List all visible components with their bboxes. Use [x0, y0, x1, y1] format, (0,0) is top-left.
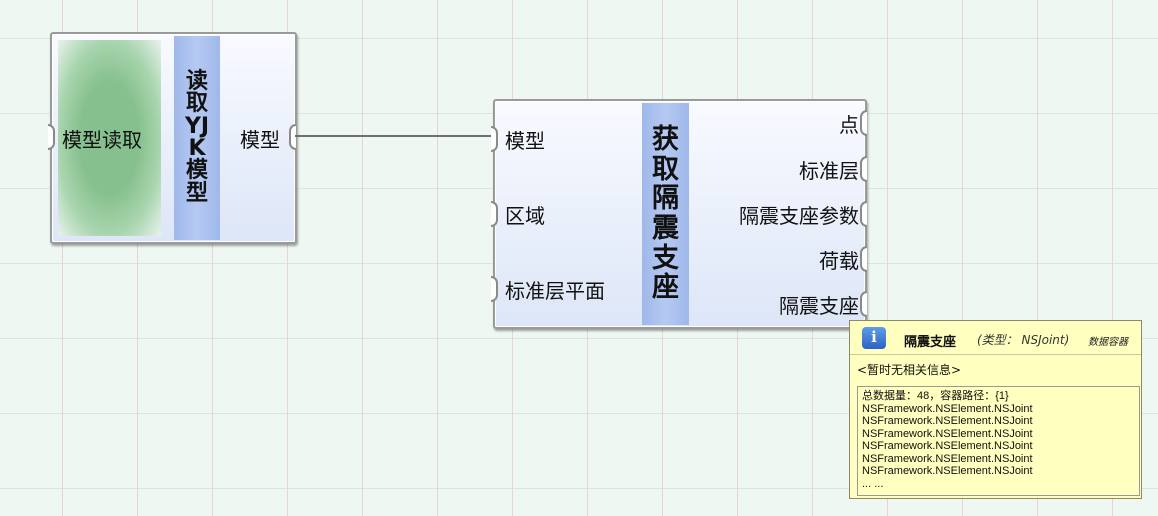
- output-bearing-params-port[interactable]: [860, 201, 867, 227]
- tooltip-summary: 总数据量：48，容器路径：{1}: [862, 390, 1009, 402]
- input-region-label: 区域: [505, 204, 545, 228]
- list-item: NSFramework.NSElement.NSJoint: [862, 427, 1033, 440]
- node-title: 读取YJK模型: [184, 68, 210, 206]
- tooltip-more: ... ...: [862, 477, 884, 490]
- model-output-label: 模型: [240, 128, 280, 152]
- model-read-input-port[interactable]: [48, 124, 55, 150]
- input-floor-plan-port[interactable]: [491, 276, 498, 302]
- output-load-label: 荷载: [819, 249, 859, 273]
- input-region-port[interactable]: [491, 201, 498, 227]
- tooltip-title: 隔震支座: [904, 335, 957, 350]
- model-read-input-label: 模型读取: [62, 128, 142, 152]
- info-icon: i: [862, 327, 886, 349]
- input-floor-plan-label: 标准层平面: [505, 279, 605, 303]
- output-load-port[interactable]: [860, 246, 867, 272]
- output-isolation-bearing-port[interactable]: [860, 291, 867, 317]
- node-title-strip[interactable]: 读取YJK模型: [174, 36, 220, 240]
- output-point-port[interactable]: [860, 110, 867, 136]
- output-standard-floor-port[interactable]: [860, 156, 867, 182]
- get-isolation-bearing-node[interactable]: 模型 区域 标准层平面 获取隔震支座 点 标准层 隔震支座参数 荷载 隔震支座: [493, 99, 867, 329]
- output-tooltip: i 隔震支座 (类型： NSJoint) 数据容器 <暂时无相关信息> 总数据量…: [849, 320, 1142, 499]
- input-model-port[interactable]: [491, 126, 498, 152]
- node-title: 获取隔震支座: [652, 123, 679, 304]
- list-item: NSFramework.NSElement.NSJoint: [862, 402, 1033, 415]
- list-item: NSFramework.NSElement.NSJoint: [862, 440, 1033, 452]
- tooltip-container-label: 数据容器: [1088, 337, 1128, 348]
- tooltip-type: (类型： NSJoint): [977, 333, 1070, 347]
- list-item: NSFramework.NSElement.NSJoint: [862, 465, 1033, 477]
- input-model-label: 模型: [505, 129, 545, 153]
- list-item: NSFramework.NSElement.NSJoint: [862, 452, 1033, 465]
- tooltip-data-box: 总数据量：48，容器路径：{1} NSFramework.NSElement.N…: [857, 386, 1140, 496]
- list-item: NSFramework.NSElement.NSJoint: [862, 415, 1033, 427]
- tooltip-divider: [850, 354, 1141, 355]
- node-title-strip[interactable]: 获取隔震支座: [642, 103, 689, 325]
- connection-wire[interactable]: [293, 127, 498, 147]
- output-point-label: 点: [839, 113, 859, 137]
- read-yjk-model-node[interactable]: 模型读取 读取YJK模型 模型: [50, 32, 297, 244]
- output-standard-floor-label: 标准层: [799, 159, 859, 183]
- output-isolation-bearing-label: 隔震支座: [779, 294, 859, 318]
- tooltip-no-info: <暂时无相关信息>: [857, 363, 962, 377]
- output-bearing-params-label: 隔震支座参数: [739, 204, 859, 228]
